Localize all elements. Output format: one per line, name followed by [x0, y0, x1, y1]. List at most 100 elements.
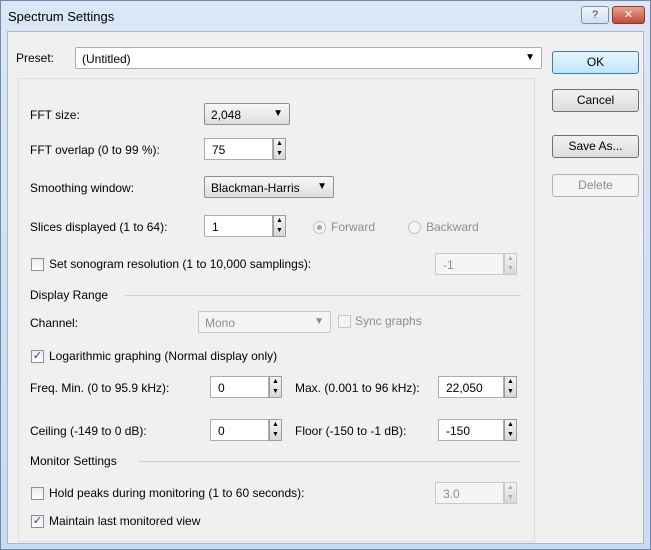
title-bar[interactable]: Spectrum Settings ? ✕: [1, 1, 650, 31]
preset-value: (Untitled): [82, 52, 131, 66]
floor-spinner[interactable]: -150 ▲ ▼: [438, 419, 517, 441]
spin-up-icon[interactable]: ▲: [270, 420, 281, 430]
freq-max-spinner[interactable]: 22,050 ▲ ▼: [438, 376, 517, 398]
close-icon: ✕: [623, 9, 634, 21]
backward-radio[interactable]: [408, 221, 421, 234]
help-button[interactable]: ?: [581, 6, 609, 24]
logarithmic-graphing-label: Logarithmic graphing (Normal display onl…: [49, 349, 278, 363]
spin-arrows-icon[interactable]: ▲ ▼: [504, 482, 517, 504]
spin-down-icon[interactable]: ▼: [505, 493, 516, 503]
freq-min-label: Freq. Min. (0 to 95.9 kHz):: [30, 381, 170, 395]
slices-spinner[interactable]: 1 ▲ ▼: [204, 215, 286, 237]
check-icon: ✓: [32, 515, 43, 527]
spin-arrows-icon[interactable]: ▲ ▼: [269, 419, 282, 441]
spin-up-icon[interactable]: ▲: [505, 483, 516, 493]
spin-down-icon[interactable]: ▼: [505, 264, 516, 274]
sonogram-resolution-label: Set sonogram resolution (1 to 10,000 sam…: [49, 257, 312, 271]
spin-down-icon[interactable]: ▼: [274, 149, 285, 159]
fft-overlap-input[interactable]: 75: [204, 138, 273, 160]
ceiling-value: 0: [218, 424, 225, 438]
channel-dropdown[interactable]: Mono ▼: [198, 311, 331, 333]
freq-min-input[interactable]: 0: [210, 376, 269, 398]
freq-max-label: Max. (0.001 to 96 kHz):: [295, 381, 420, 395]
ceiling-spinner[interactable]: 0 ▲ ▼: [210, 419, 282, 441]
spin-arrows-icon[interactable]: ▲ ▼: [504, 253, 517, 275]
preset-label: Preset:: [16, 51, 55, 65]
spin-arrows-icon[interactable]: ▲ ▼: [269, 376, 282, 398]
preset-dropdown[interactable]: (Untitled) ▼: [75, 47, 542, 69]
ceiling-input[interactable]: 0: [210, 419, 269, 441]
slices-displayed-label: Slices displayed (1 to 64):: [30, 220, 168, 234]
fft-size-dropdown[interactable]: 2,048 ▼: [204, 103, 290, 125]
sonogram-resolution-input[interactable]: -1: [435, 253, 504, 275]
ok-button[interactable]: OK: [552, 51, 639, 74]
spin-down-icon[interactable]: ▼: [505, 430, 516, 440]
spin-up-icon[interactable]: ▲: [505, 254, 516, 264]
cancel-button[interactable]: Cancel: [552, 89, 639, 112]
freq-max-input[interactable]: 22,050: [438, 376, 504, 398]
slices-input[interactable]: 1: [204, 215, 273, 237]
spin-down-icon[interactable]: ▼: [270, 430, 281, 440]
dialog-client-area: Preset: (Untitled) ▼ OK Cancel Save As..…: [7, 31, 644, 544]
spin-down-icon[interactable]: ▼: [505, 387, 516, 397]
sync-graphs-checkbox[interactable]: [338, 315, 351, 328]
maintain-view-label: Maintain last monitored view: [49, 514, 201, 528]
spin-arrows-icon[interactable]: ▲ ▼: [504, 376, 517, 398]
spin-up-icon[interactable]: ▲: [274, 139, 285, 149]
spin-up-icon[interactable]: ▲: [505, 377, 516, 387]
window-title: Spectrum Settings: [8, 9, 115, 24]
channel-value: Mono: [205, 316, 236, 330]
hold-peaks-checkbox[interactable]: [31, 487, 44, 500]
fft-overlap-spinner[interactable]: 75 ▲ ▼: [204, 138, 286, 160]
smoothing-window-label: Smoothing window:: [30, 181, 135, 195]
fft-size-value: 2,048: [211, 108, 242, 122]
save-as-button[interactable]: Save As...: [552, 135, 639, 158]
spectrum-settings-dialog: Spectrum Settings ? ✕ Preset: (Untitled)…: [0, 0, 651, 550]
spin-down-icon[interactable]: ▼: [270, 387, 281, 397]
chevron-down-icon: ▼: [314, 316, 324, 327]
fft-overlap-value: 75: [212, 143, 226, 157]
sonogram-resolution-checkbox[interactable]: [31, 258, 44, 271]
backward-radio-label: Backward: [426, 220, 479, 234]
forward-radio[interactable]: [313, 221, 326, 234]
sonogram-resolution-spinner[interactable]: -1 ▲ ▼: [435, 253, 517, 275]
help-icon: ?: [591, 9, 599, 21]
fft-overlap-label: FFT overlap (0 to 99 %):: [30, 143, 160, 157]
sync-graphs-label: Sync graphs: [355, 314, 422, 328]
hold-peaks-input[interactable]: 3.0: [435, 482, 504, 504]
hold-peaks-spinner[interactable]: 3.0 ▲ ▼: [435, 482, 517, 504]
maintain-view-checkbox[interactable]: ✓: [31, 515, 44, 528]
spin-up-icon[interactable]: ▲: [270, 377, 281, 387]
logarithmic-graphing-checkbox[interactable]: ✓: [31, 350, 44, 363]
spin-down-icon[interactable]: ▼: [274, 226, 285, 236]
fft-size-label: FFT size:: [30, 108, 80, 122]
check-icon: ✓: [32, 350, 43, 362]
slices-value: 1: [212, 220, 219, 234]
floor-input[interactable]: -150: [438, 419, 504, 441]
freq-min-spinner[interactable]: 0 ▲ ▼: [210, 376, 282, 398]
close-button[interactable]: ✕: [612, 6, 645, 24]
floor-value: -150: [446, 424, 471, 438]
spin-arrows-icon[interactable]: ▲ ▼: [504, 419, 517, 441]
monitor-settings-divider: [138, 461, 521, 462]
spin-arrows-icon[interactable]: ▲ ▼: [273, 138, 286, 160]
sonogram-resolution-value: -1: [443, 258, 454, 272]
smoothing-window-dropdown[interactable]: Blackman-Harris ▼: [204, 176, 334, 198]
smoothing-window-value: Blackman-Harris: [211, 181, 300, 195]
channel-label: Channel:: [30, 316, 79, 330]
spin-up-icon[interactable]: ▲: [274, 216, 285, 226]
freq-max-value: 22,050: [446, 381, 483, 395]
spin-up-icon[interactable]: ▲: [505, 420, 516, 430]
delete-button[interactable]: Delete: [552, 174, 639, 197]
ceiling-label: Ceiling (-149 to 0 dB):: [30, 424, 147, 438]
freq-min-value: 0: [218, 381, 225, 395]
chevron-down-icon: ▼: [273, 108, 283, 119]
display-range-heading: Display Range: [30, 288, 109, 302]
chevron-down-icon: ▼: [317, 181, 327, 192]
spin-arrows-icon[interactable]: ▲ ▼: [273, 215, 286, 237]
hold-peaks-value: 3.0: [443, 487, 460, 501]
hold-peaks-label: Hold peaks during monitoring (1 to 60 se…: [49, 486, 305, 500]
chevron-down-icon: ▼: [525, 52, 535, 63]
display-range-divider: [125, 295, 521, 296]
forward-radio-label: Forward: [331, 220, 376, 234]
